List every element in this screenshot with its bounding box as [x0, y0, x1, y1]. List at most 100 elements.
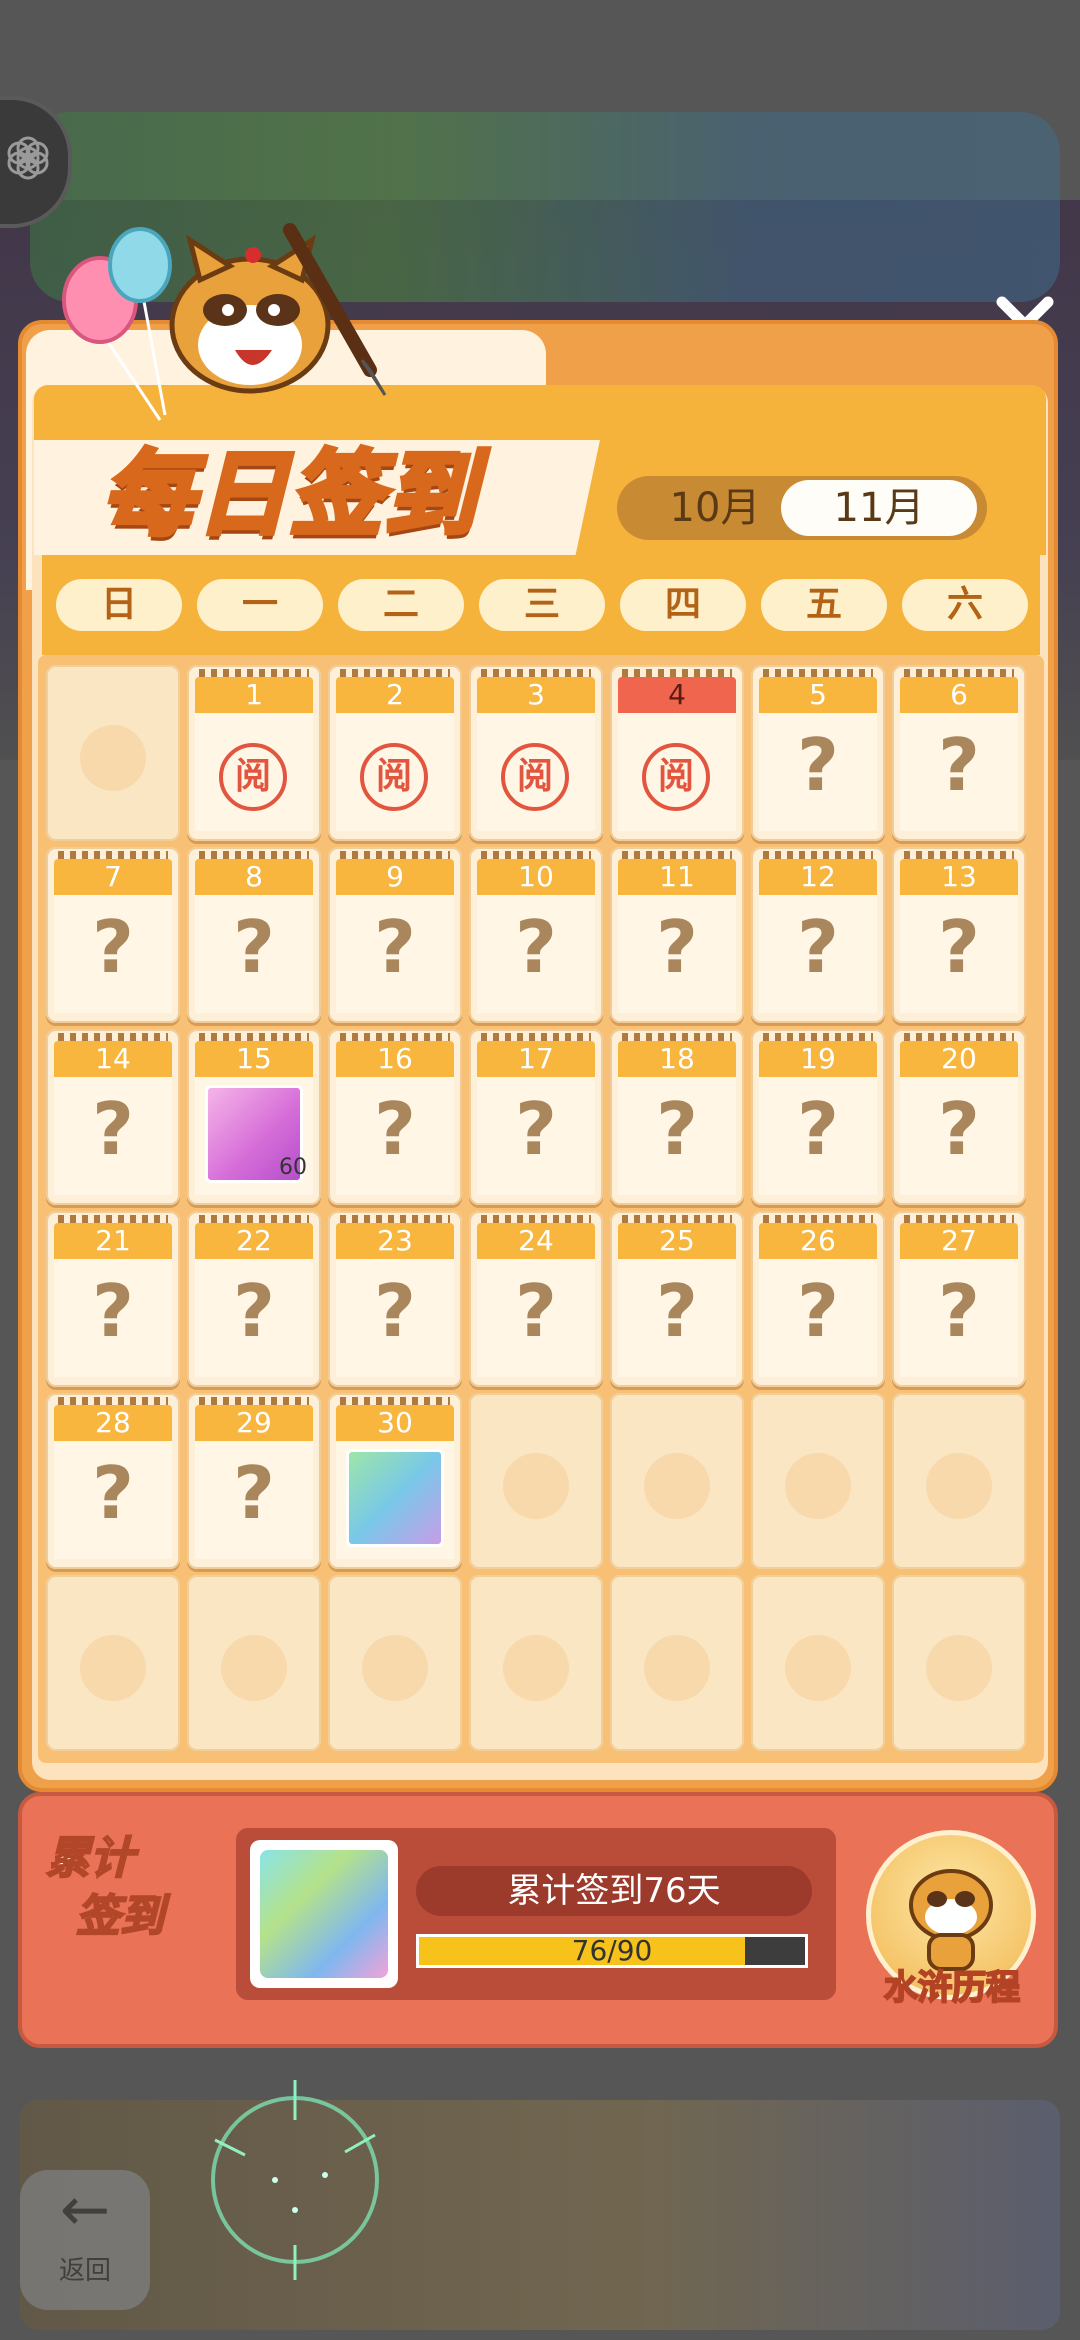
day-number: 2 — [336, 669, 454, 713]
calendar-day-12[interactable]: 12? — [751, 847, 885, 1023]
calendar-day-7[interactable]: 7? — [46, 847, 180, 1023]
calendar-day-10[interactable]: 10? — [469, 847, 603, 1023]
day-number: 25 — [618, 1215, 736, 1259]
calendar-day-14[interactable]: 14? — [46, 1029, 180, 1205]
raccoon-mascot-icon — [62, 223, 387, 421]
signed-stamp-icon: 阅 — [501, 743, 569, 811]
weekday-thu: 四 — [620, 579, 746, 631]
day-number: 3 — [477, 669, 595, 713]
calendar-day-1[interactable]: 1阅 — [187, 665, 321, 841]
question-mark-icon: ? — [938, 723, 980, 807]
calendar-day-9[interactable]: 9? — [328, 847, 462, 1023]
question-mark-icon: ? — [92, 905, 134, 989]
calendar-day-20[interactable]: 20? — [892, 1029, 1026, 1205]
cumulative-label: 累计 签到 — [45, 1830, 246, 1990]
raccoon-watermark-icon — [785, 1453, 851, 1519]
day-number: 20 — [900, 1033, 1018, 1077]
calendar-day-17[interactable]: 17? — [469, 1029, 603, 1205]
progress-text: 76/90 — [571, 1934, 653, 1967]
calendar-day-11[interactable]: 11? — [610, 847, 744, 1023]
question-mark-icon: ? — [92, 1451, 134, 1535]
calendar-day-2[interactable]: 2阅 — [328, 665, 462, 841]
day-number: 13 — [900, 851, 1018, 895]
gem-reward-icon — [260, 1850, 388, 1978]
cumulative-progress-bar: 76/90 — [416, 1934, 808, 1968]
calendar-day-3[interactable]: 3阅 — [469, 665, 603, 841]
floating-sparkle-ball-icon[interactable] — [175, 2060, 415, 2300]
calendar-day-30[interactable]: 30 — [328, 1393, 462, 1569]
day-number: 24 — [477, 1215, 595, 1259]
day-number: 27 — [900, 1215, 1018, 1259]
day-number: 5 — [759, 669, 877, 713]
day-number: 28 — [54, 1397, 172, 1441]
back-arrow-icon: ← — [59, 2175, 111, 2245]
day-number: 10 — [477, 851, 595, 895]
day-number: 1 — [195, 669, 313, 713]
calendar-day-13[interactable]: 13? — [892, 847, 1026, 1023]
back-button[interactable]: ← 返回 — [20, 2170, 150, 2310]
empty-day-cell — [751, 1393, 885, 1569]
raccoon-watermark-icon — [80, 725, 146, 791]
question-mark-icon: ? — [233, 905, 275, 989]
calendar-day-24[interactable]: 24? — [469, 1211, 603, 1387]
calendar-day-19[interactable]: 19? — [751, 1029, 885, 1205]
calendar-day-28[interactable]: 28? — [46, 1393, 180, 1569]
raccoon-watermark-icon — [644, 1635, 710, 1701]
calendar-day-23[interactable]: 23? — [328, 1211, 462, 1387]
raccoon-watermark-icon — [926, 1635, 992, 1701]
question-mark-icon: ? — [938, 1269, 980, 1353]
question-mark-icon: ? — [515, 905, 557, 989]
question-mark-icon: ? — [797, 905, 839, 989]
empty-day-cell — [751, 1575, 885, 1751]
signed-stamp-icon: 阅 — [219, 743, 287, 811]
day-number: 19 — [759, 1033, 877, 1077]
calendar-day-21[interactable]: 21? — [46, 1211, 180, 1387]
weekday-mon: 一 — [197, 579, 323, 631]
signed-stamp-icon: 阅 — [642, 743, 710, 811]
calendar-day-8[interactable]: 8? — [187, 847, 321, 1023]
day-number: 17 — [477, 1033, 595, 1077]
question-mark-icon: ? — [233, 1451, 275, 1535]
reward-count: 60 — [279, 1155, 307, 1180]
month-toggle: 10月 11月 — [617, 476, 987, 540]
calendar-day-25[interactable]: 25? — [610, 1211, 744, 1387]
weekday-tue: 二 — [338, 579, 464, 631]
journey-label: 水浒历程 — [883, 1967, 1021, 2009]
weekday-sat: 六 — [902, 579, 1028, 631]
raccoon-watermark-icon — [785, 1635, 851, 1701]
cumulative-label-line2: 签到 — [75, 1890, 165, 1943]
raccoon-watermark-icon — [926, 1453, 992, 1519]
calendar-day-26[interactable]: 26? — [751, 1211, 885, 1387]
empty-day-cell — [469, 1393, 603, 1569]
question-mark-icon: ? — [797, 723, 839, 807]
calendar-day-27[interactable]: 27? — [892, 1211, 1026, 1387]
calendar-day-18[interactable]: 18? — [610, 1029, 744, 1205]
day-number: 23 — [336, 1215, 454, 1259]
calendar-day-16[interactable]: 16? — [328, 1029, 462, 1205]
calendar-day-4[interactable]: 4阅 — [610, 665, 744, 841]
calendar-day-5[interactable]: 5? — [751, 665, 885, 841]
calendar-day-15[interactable]: 15 60 — [187, 1029, 321, 1205]
calendar-day-6[interactable]: 6? — [892, 665, 1026, 841]
empty-day-cell — [892, 1393, 1026, 1569]
question-mark-icon: ? — [938, 905, 980, 989]
calendar-day-29[interactable]: 29? — [187, 1393, 321, 1569]
day-number: 30 — [336, 1397, 454, 1441]
question-mark-icon: ? — [374, 1269, 416, 1353]
month-tab-november[interactable]: 11月 — [781, 480, 977, 536]
empty-day-cell — [187, 1575, 321, 1751]
cumulative-label-line1: 累计 — [45, 1832, 135, 1885]
hourglass-reward-icon[interactable] — [346, 1449, 444, 1547]
month-tab-october[interactable]: 10月 — [625, 480, 805, 536]
question-mark-icon: ? — [374, 905, 416, 989]
question-mark-icon: ? — [233, 1269, 275, 1353]
question-mark-icon: ? — [656, 1269, 698, 1353]
empty-day-cell — [328, 1575, 462, 1751]
raccoon-watermark-icon — [362, 1635, 428, 1701]
weekday-sun: 日 — [56, 579, 182, 631]
question-mark-icon: ? — [515, 1087, 557, 1171]
question-mark-icon: ? — [797, 1087, 839, 1171]
empty-day-cell — [892, 1575, 1026, 1751]
calendar-day-22[interactable]: 22? — [187, 1211, 321, 1387]
flower-icon — [7, 136, 49, 180]
